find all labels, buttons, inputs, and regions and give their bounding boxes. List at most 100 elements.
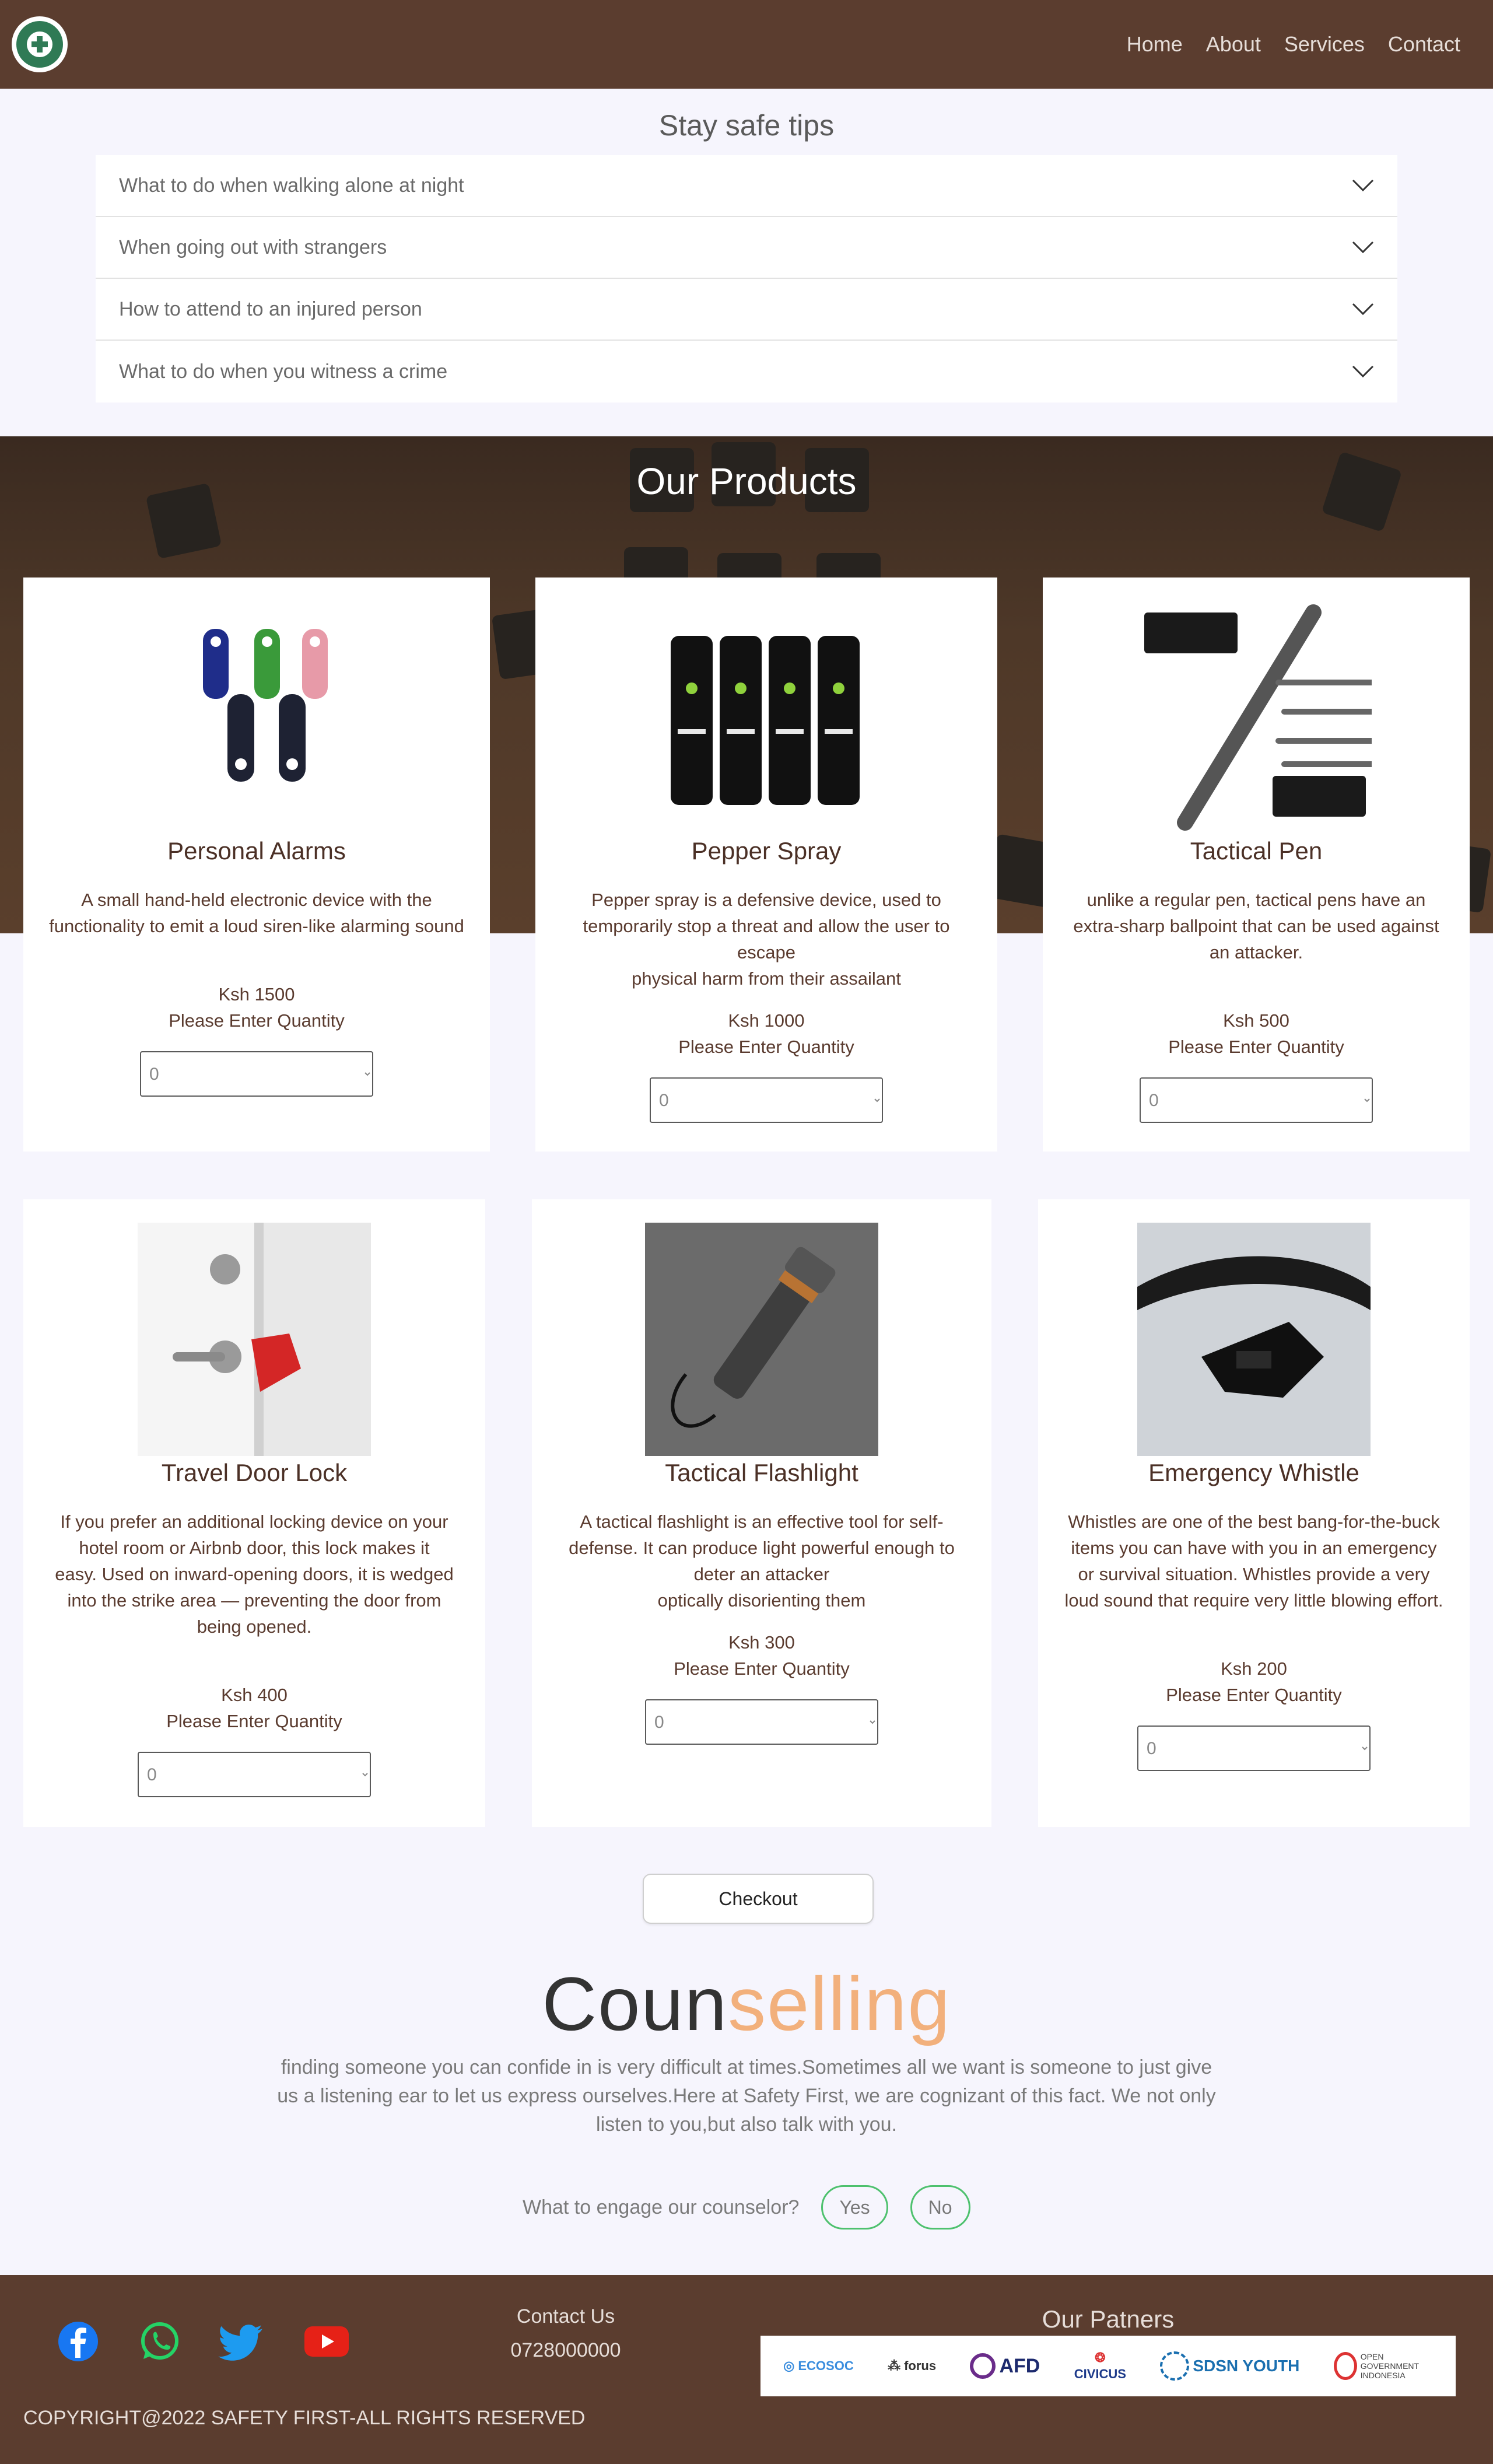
product-description: A small hand-held electronic device with…	[49, 890, 464, 936]
logo[interactable]	[12, 16, 68, 72]
product-card: Emergency Whistle Whistles are one of th…	[1038, 1199, 1470, 1827]
chevron-down-icon	[1352, 179, 1374, 192]
personal-alarm-image	[162, 601, 395, 834]
quantity-select[interactable]: 0	[1140, 1077, 1373, 1123]
partner-name: SDSN YOUTH	[1193, 2357, 1300, 2375]
counselling-title-part-b: selling	[728, 1961, 951, 2046]
partner-logo-ogi: OPEN GOVERNMENT INDONESIA	[1333, 2352, 1433, 2380]
product-price: Ksh 300	[728, 1632, 795, 1653]
product-description: A tactical flashlight is an effective to…	[569, 1511, 955, 1611]
product-description: unlike a regular pen, tactical pens have…	[1073, 890, 1439, 963]
partners-title: Our Patners	[1042, 2305, 1175, 2333]
tips-title: Stay safe tips	[658, 109, 835, 142]
nav-link-home[interactable]: Home	[1127, 32, 1183, 57]
youtube-icon[interactable]	[303, 2319, 350, 2364]
accordion-label: What to do when you witness a crime	[119, 360, 448, 383]
accordion-label: What to do when walking alone at night	[119, 174, 464, 197]
engage-label: What to engage our counselor?	[523, 2196, 800, 2218]
nav-links: Home About Services Contact	[1127, 32, 1460, 57]
partner-name: ECOSOC	[798, 2358, 854, 2373]
whistle-image	[1137, 1223, 1371, 1456]
footer: Contact Us 0728000000 Our Patners ◎ ECOSO…	[0, 2275, 1493, 2464]
counselling-title-part-a: Coun	[542, 1961, 728, 2046]
accordion-item[interactable]: What to do when you witness a crime	[96, 341, 1397, 402]
products-title: Our Products	[636, 460, 857, 502]
partner-name: AFD	[999, 2354, 1040, 2377]
whatsapp-icon[interactable]	[138, 2319, 182, 2364]
tips-accordion: What to do when walking alone at night W…	[96, 155, 1397, 402]
accordion-label: When going out with strangers	[119, 236, 387, 258]
nav-link-about[interactable]: About	[1206, 32, 1261, 57]
quantity-select[interactable]: 0	[645, 1699, 878, 1745]
partner-name: forus	[904, 2358, 937, 2373]
product-description: If you prefer an additional locking devi…	[55, 1511, 454, 1637]
nav-link-services[interactable]: Services	[1284, 32, 1365, 57]
sdsn-ring-icon	[1160, 2351, 1190, 2381]
product-price: Ksh 1500	[218, 984, 295, 1005]
ogi-ring-icon	[1333, 2352, 1357, 2380]
accordion-label: How to attend to an injured person	[119, 298, 422, 320]
quantity-label: Please Enter Quantity	[1168, 1037, 1344, 1057]
counselling-title: Counselling	[0, 1960, 1493, 2048]
chevron-down-icon	[1352, 303, 1374, 316]
product-title: Tactical Flashlight	[665, 1459, 858, 1486]
checkout-button[interactable]: Checkout	[643, 1874, 874, 1924]
product-title: Tactical Pen	[1190, 837, 1323, 864]
facebook-icon[interactable]	[56, 2319, 100, 2364]
contact-title: Contact Us	[516, 2305, 615, 2328]
partner-logo-civicus: ❂ CIVICUS	[1074, 2350, 1126, 2382]
product-card: Travel Door Lock If you prefer an additi…	[23, 1199, 485, 1827]
logo-badge	[16, 21, 63, 68]
nav-link-contact[interactable]: Contact	[1388, 32, 1460, 57]
product-price: Ksh 500	[1223, 1010, 1289, 1031]
afd-ring-icon	[970, 2353, 996, 2379]
twitter-icon[interactable]	[218, 2319, 262, 2364]
accordion-item[interactable]: When going out with strangers	[96, 217, 1397, 279]
product-title: Emergency Whistle	[1148, 1459, 1359, 1486]
flashlight-image	[645, 1223, 878, 1456]
quantity-label: Please Enter Quantity	[169, 1010, 345, 1031]
quantity-select[interactable]: 0	[1137, 1726, 1371, 1771]
product-price: Ksh 400	[221, 1685, 288, 1705]
pepper-spray-image	[651, 601, 884, 834]
accordion-item[interactable]: What to do when walking alone at night	[96, 155, 1397, 217]
no-button[interactable]: No	[910, 2185, 970, 2230]
product-description: Whistles are one of the best bang-for-th…	[1064, 1511, 1443, 1611]
counselling-text: finding someone you can confide in is ve…	[277, 2056, 1216, 2136]
product-card: Tactical Flashlight A tactical flashligh…	[532, 1199, 991, 1827]
partner-logo-sdsn: SDSN YOUTH	[1160, 2351, 1299, 2381]
product-card: Pepper Spray Pepper spray is a defensive…	[535, 578, 997, 1152]
quantity-label: Please Enter Quantity	[674, 1658, 850, 1679]
product-title: Travel Door Lock	[161, 1459, 348, 1486]
quantity-select[interactable]: 0	[138, 1752, 371, 1797]
tactical-pen-image	[1138, 601, 1372, 834]
door-lock-image	[138, 1223, 371, 1456]
product-title: Personal Alarms	[167, 837, 346, 864]
globe-icon: ◎	[783, 2358, 795, 2373]
navbar: Home About Services Contact	[0, 0, 1493, 89]
chevron-down-icon	[1352, 365, 1374, 378]
partner-name: OPEN GOVERNMENT INDONESIA	[1360, 2352, 1419, 2380]
accordion-item[interactable]: How to attend to an injured person	[96, 279, 1397, 341]
partner-logo-afd: AFD	[970, 2353, 1040, 2379]
product-card: Tactical Pen unlike a regular pen, tacti…	[1043, 578, 1470, 1152]
forus-mark-icon: ⁂	[888, 2358, 901, 2373]
yes-button[interactable]: Yes	[821, 2185, 888, 2230]
quantity-select[interactable]: 0	[650, 1077, 883, 1123]
partners-strip: ◎ ECOSOC ⁂ forus AFD ❂ CIVICUS SDSN YOUTH O…	[760, 2336, 1456, 2396]
quantity-label: Please Enter Quantity	[1166, 1685, 1342, 1705]
partner-name: CIVICUS	[1074, 2367, 1126, 2381]
contact-phone[interactable]: 0728000000	[478, 2339, 653, 2362]
product-price: Ksh 1000	[728, 1010, 805, 1031]
product-price: Ksh 200	[1221, 1658, 1287, 1679]
copyright: COPYRIGHT@2022 SAFETY FIRST-ALL RIGHTS R…	[23, 2407, 586, 2429]
quantity-select[interactable]: 0	[140, 1051, 373, 1097]
partner-logo-ecosoc: ◎ ECOSOC	[783, 2358, 854, 2374]
engage-counselor-row: What to engage our counselor? Yes No	[523, 2185, 970, 2230]
product-card: Personal Alarms A small hand-held electr…	[23, 578, 490, 1152]
product-description: Pepper spray is a defensive device, used…	[583, 890, 950, 989]
civicus-mark-icon: ❂	[1095, 2350, 1106, 2365]
quantity-label: Please Enter Quantity	[166, 1711, 342, 1731]
quantity-label: Please Enter Quantity	[678, 1037, 854, 1057]
chevron-down-icon	[1352, 241, 1374, 254]
